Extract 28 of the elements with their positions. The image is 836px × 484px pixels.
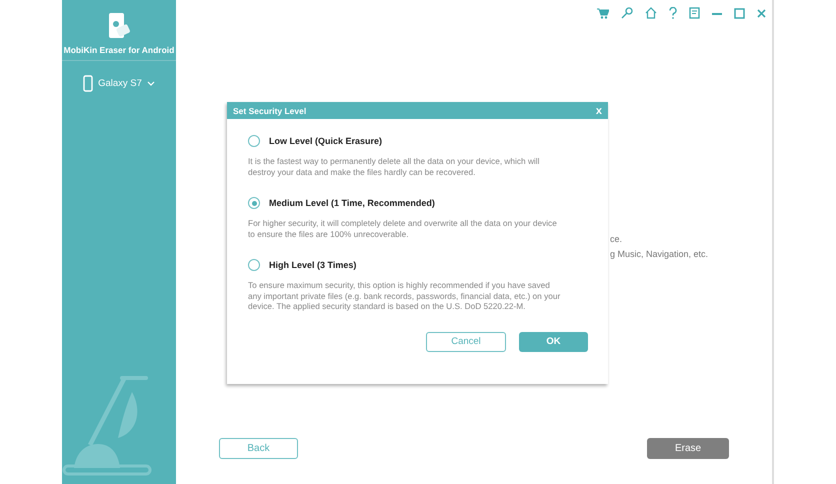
phone-eraser-icon bbox=[106, 12, 132, 40]
help-icon[interactable] bbox=[669, 7, 677, 19]
cancel-button[interactable]: Cancel bbox=[426, 332, 506, 352]
description-text: g Music, Navigation, etc. bbox=[610, 249, 710, 259]
description-text: ce. bbox=[610, 234, 624, 244]
close-icon[interactable] bbox=[757, 8, 766, 18]
security-level-option[interactable]: High Level (3 Times) bbox=[248, 259, 588, 271]
ok-button[interactable]: OK bbox=[519, 332, 588, 352]
app-title: MobiKin Eraser for Android bbox=[64, 45, 174, 55]
feedback-icon[interactable] bbox=[689, 7, 700, 19]
device-selector[interactable]: Galaxy S7 bbox=[83, 61, 155, 92]
back-button[interactable]: Back bbox=[219, 438, 298, 459]
maximize-icon[interactable] bbox=[734, 8, 745, 18]
option-description: To ensure maximum security, this option is highly recommended if you have saved any important private files (e.g. bank records, passwords, financial data, etc.) on your device. The applied security standard is based on the U.S. DoD 5220.22-M. bbox=[248, 280, 562, 312]
home-icon[interactable] bbox=[645, 7, 657, 19]
security-level-option[interactable]: Medium Level (1 Time, Recommended) bbox=[248, 197, 588, 209]
security-level-option[interactable]: Low Level (Quick Erasure) bbox=[248, 135, 588, 147]
option-description: It is the fastest way to permanently delete all the data on your device, which will destroy your data and make the files hardly can be recovered. bbox=[248, 156, 540, 177]
radio-button[interactable] bbox=[248, 197, 260, 209]
option-description: For higher security, it will completely delete and overwrite all the data on your device to ensure the files are 100% unrecoverable. bbox=[248, 218, 558, 239]
cart-icon[interactable] bbox=[597, 8, 609, 18]
dialog-title: Set Security Level bbox=[233, 106, 306, 116]
radio-button[interactable] bbox=[248, 135, 260, 147]
radio-button[interactable] bbox=[248, 259, 260, 271]
erase-button[interactable]: Erase bbox=[647, 438, 729, 459]
chevron-down-icon bbox=[146, 81, 155, 86]
phone-icon bbox=[83, 75, 94, 92]
close-button[interactable]: x bbox=[590, 104, 608, 116]
